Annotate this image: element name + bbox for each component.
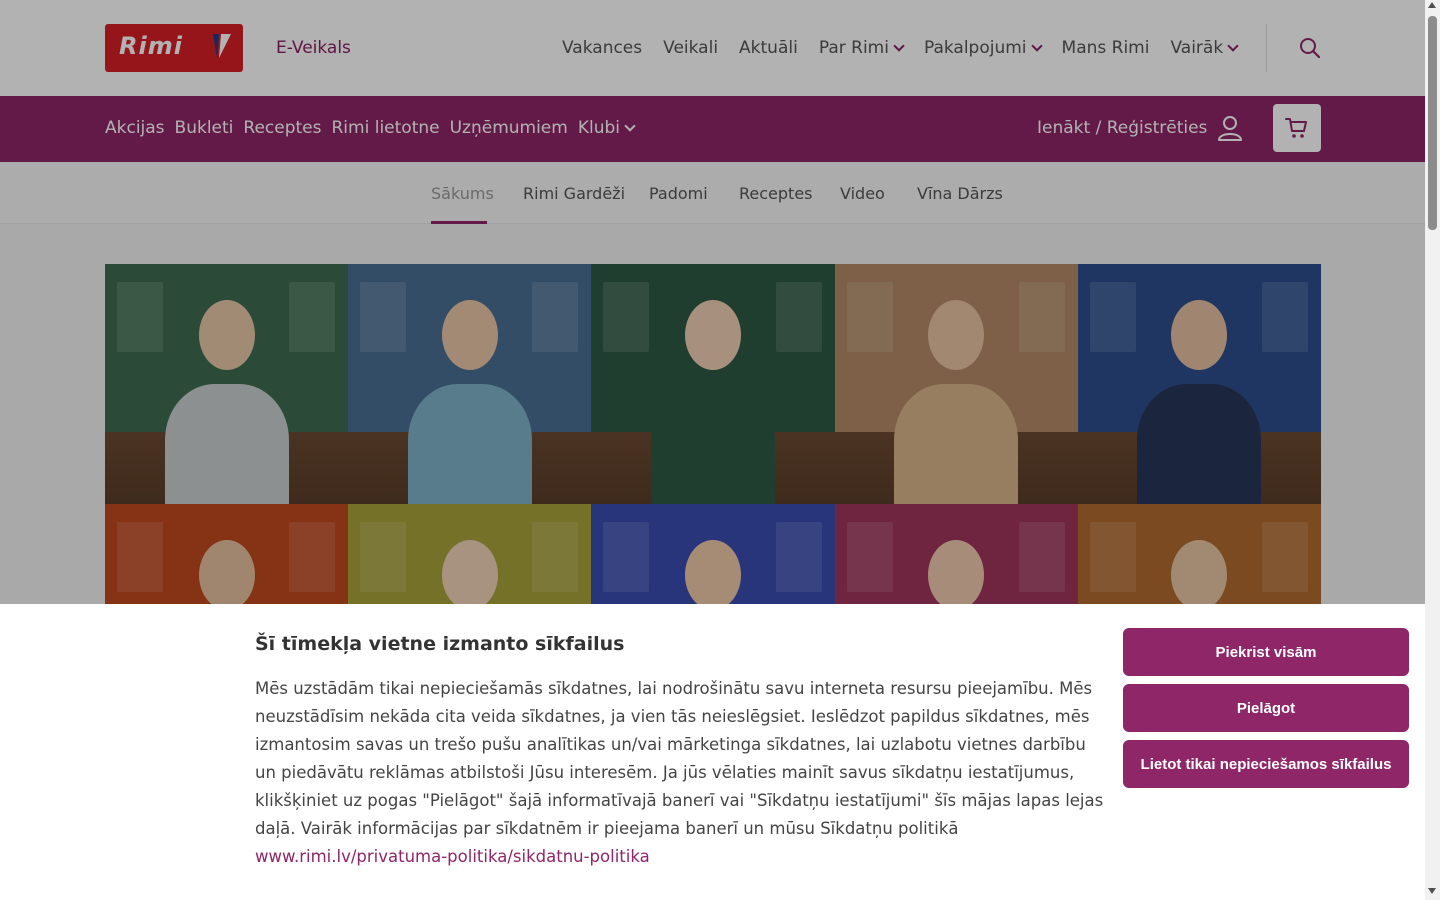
cookie-title: Šī tīmekļa vietne izmanto sīkfailus [255, 633, 625, 655]
cookie-policy-link[interactable]: www.rimi.lv/privatuma-politika/sikdatnu-… [255, 847, 650, 866]
cookie-text: Mēs uzstādām tikai nepieciešamās sīkdatn… [255, 675, 1105, 871]
customize-button[interactable]: Pielāgot [1123, 684, 1409, 732]
modal-overlay [0, 0, 1425, 604]
scroll-up-arrow-icon[interactable] [1428, 2, 1436, 8]
necessary-only-button[interactable]: Lietot tikai nepieciešamos sīkfailus [1123, 740, 1409, 788]
scroll-down-arrow-icon[interactable] [1428, 888, 1436, 894]
accept-all-button[interactable]: Piekrist visām [1123, 628, 1409, 676]
cookie-body-text: Mēs uzstādām tikai nepieciešamās sīkdatn… [255, 679, 1104, 838]
scrollbar-thumb[interactable] [1428, 16, 1437, 230]
